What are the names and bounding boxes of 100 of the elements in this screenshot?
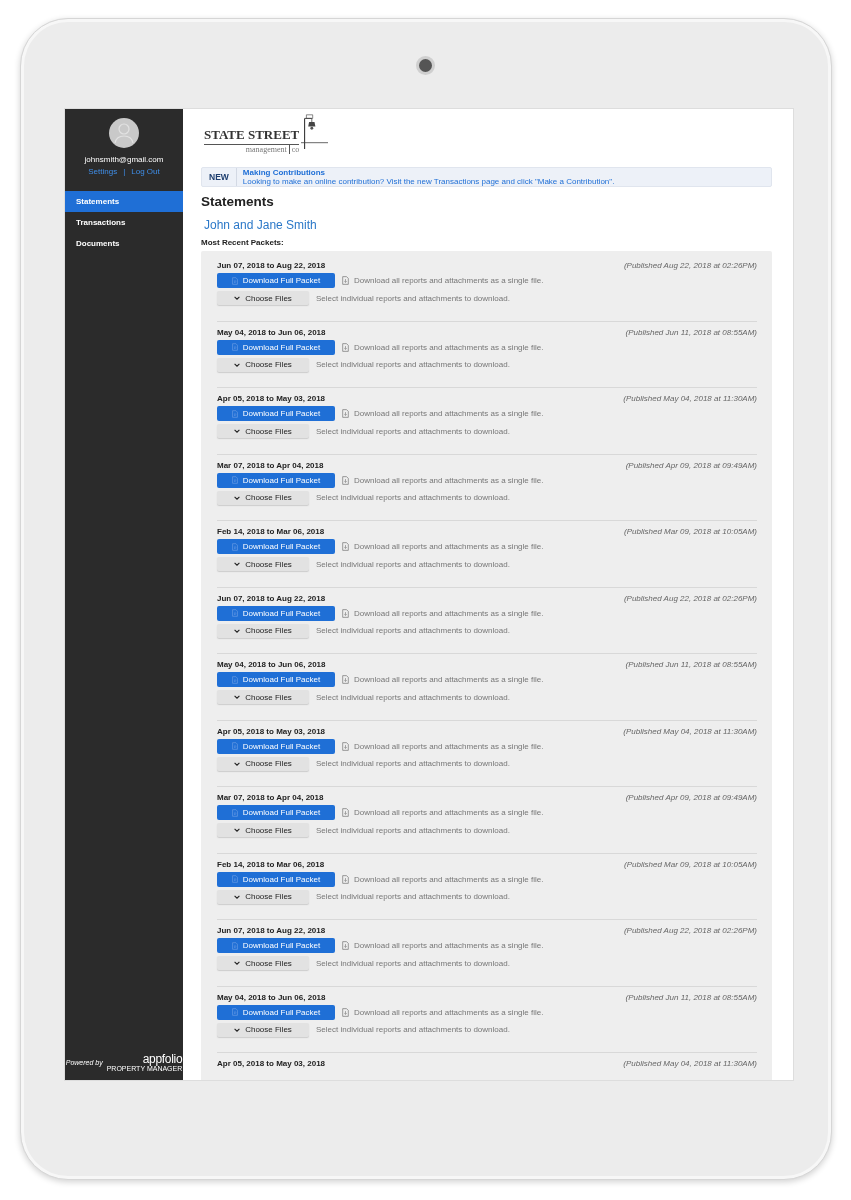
choose-files-button[interactable]: Choose Files xyxy=(217,557,309,571)
lamp-post-icon xyxy=(301,113,329,149)
document-icon xyxy=(231,343,238,351)
document-icon xyxy=(231,941,238,950)
chevron-down-icon xyxy=(234,828,241,832)
packet-period: May 04, 2018 to Jun 06, 2018 xyxy=(217,992,326,1002)
choose-files-hint: Select individual reports and attachments to download. xyxy=(316,759,510,768)
chevron-down-icon xyxy=(234,429,241,433)
nav-item[interactable]: Documents xyxy=(65,233,183,254)
packet-period: Apr 05, 2018 to May 03, 2018 xyxy=(217,394,326,403)
download-hint: Download all reports and attachments as a single file. xyxy=(354,409,544,418)
banner-title: Making Contributions xyxy=(242,168,327,177)
log-out-link[interactable]: Log Out xyxy=(131,167,160,176)
choose-files-hint: Select individual reports and attachments to download. xyxy=(316,692,510,702)
link-separator: | xyxy=(123,167,126,176)
chevron-down-icon xyxy=(234,961,241,965)
published-date: (Published Mar 09, 2018 at 10:05AM) xyxy=(624,527,757,536)
document-icon xyxy=(342,276,349,285)
packet-period: Jun 07, 2018 to Aug 22, 2018 xyxy=(217,261,326,270)
download-full-packet-button[interactable]: Download Full Packet xyxy=(217,805,335,820)
published-date: (Published Apr 09, 2018 at 09:49AM) xyxy=(625,793,757,802)
download-hint: Download all reports and attachments as a single file. xyxy=(354,608,544,618)
download-hint: Download all reports and attachments as a single file. xyxy=(354,342,544,352)
new-badge: NEW xyxy=(202,168,237,186)
logo-title: STATE STREET xyxy=(204,128,300,145)
document-icon xyxy=(342,1007,349,1017)
packet-period: Apr 05, 2018 to May 03, 2018 xyxy=(217,726,326,736)
choose-files-button[interactable]: Choose Files xyxy=(217,490,309,505)
choose-files-hint: Select individual reports and attachments to download. xyxy=(316,493,510,502)
download-full-packet-button[interactable]: Download Full Packet xyxy=(217,738,335,754)
choose-files-button[interactable]: Choose Files xyxy=(217,756,309,771)
chevron-down-icon xyxy=(234,495,241,500)
choose-files-hint: Select individual reports and attachments to download. xyxy=(316,559,510,569)
choose-files-button[interactable]: Choose Files xyxy=(217,623,309,638)
published-date: (Published Aug 22, 2018 at 02:26PM) xyxy=(623,926,757,935)
download-hint: Download all reports and attachments as a single file. xyxy=(354,542,544,551)
nav-item[interactable]: Transactions xyxy=(65,212,183,233)
document-icon xyxy=(231,675,238,684)
chevron-down-icon xyxy=(234,894,241,899)
download-full-packet-button[interactable]: Download Full Packet xyxy=(217,1004,335,1020)
choose-files-button[interactable]: Choose Files xyxy=(217,357,309,372)
document-icon xyxy=(342,808,349,817)
download-hint: Download all reports and attachments as a single file. xyxy=(354,276,544,285)
choose-files-button[interactable]: Choose Files xyxy=(217,690,309,704)
download-full-packet-button[interactable]: Download Full Packet xyxy=(217,273,335,288)
download-hint: Download all reports and attachments as a single file. xyxy=(354,741,544,751)
document-icon xyxy=(231,542,238,551)
choose-files-hint: Select individual reports and attachments to download. xyxy=(316,1025,510,1034)
download-hint: Download all reports and attachments as a single file. xyxy=(354,675,544,684)
download-hint: Download all reports and attachments as a single file. xyxy=(354,1007,544,1017)
document-icon xyxy=(231,476,238,484)
document-icon xyxy=(342,409,349,418)
chevron-down-icon xyxy=(234,1027,241,1032)
choose-files-button[interactable]: Choose Files xyxy=(217,956,309,970)
published-date: (Published Jun 11, 2018 at 08:55AM) xyxy=(625,327,757,337)
packet-period: May 04, 2018 to Jun 06, 2018 xyxy=(217,327,326,337)
packet-period: Feb 14, 2018 to Mar 06, 2018 xyxy=(217,859,325,869)
camera-lens xyxy=(415,56,435,75)
download-full-packet-button[interactable]: Download Full Packet xyxy=(217,938,335,953)
download-hint: Download all reports and attachments as a single file. xyxy=(354,808,544,817)
document-icon xyxy=(342,675,349,684)
download-full-packet-button[interactable]: Download Full Packet xyxy=(217,339,335,355)
chevron-down-icon xyxy=(234,362,241,367)
published-date: (Published May 04, 2018 at 11:30AM) xyxy=(623,726,757,736)
avatar-icon xyxy=(109,118,139,148)
choose-files-hint: Select individual reports and attachments to download. xyxy=(316,426,510,436)
published-date: (Published Aug 22, 2018 at 02:26PM) xyxy=(623,261,757,270)
document-icon xyxy=(342,342,349,352)
download-full-packet-button[interactable]: Download Full Packet xyxy=(217,605,335,621)
download-full-packet-button[interactable]: Download Full Packet xyxy=(217,406,335,421)
packet-period: Mar 07, 2018 to Apr 04, 2018 xyxy=(217,460,324,470)
user-email: johnsmith@gmail.com xyxy=(84,155,164,164)
download-full-packet-button[interactable]: Download Full Packet xyxy=(217,672,335,687)
packet-period: Jun 07, 2018 to Aug 22, 2018 xyxy=(217,926,326,935)
document-icon xyxy=(231,1008,238,1016)
packet-period: Jun 07, 2018 to Aug 22, 2018 xyxy=(217,593,326,603)
choose-files-button[interactable]: Choose Files xyxy=(217,889,309,904)
download-full-packet-button[interactable]: Download Full Packet xyxy=(217,539,335,554)
download-full-packet-button[interactable]: Download Full Packet xyxy=(217,472,335,488)
choose-files-button[interactable]: Choose Files xyxy=(217,1022,309,1037)
download-full-packet-button[interactable]: Download Full Packet xyxy=(217,871,335,887)
document-icon xyxy=(342,941,349,950)
logo-subtitle: management xyxy=(245,145,287,154)
published-date: (Published Apr 09, 2018 at 09:49AM) xyxy=(625,460,757,470)
settings-link[interactable]: Settings xyxy=(88,167,118,176)
logo-suffix: co xyxy=(288,145,300,154)
document-icon xyxy=(342,608,349,618)
document-icon xyxy=(231,875,238,883)
document-icon xyxy=(231,808,238,817)
nav-item[interactable]: Statements xyxy=(65,191,183,212)
packet-period: May 04, 2018 to Jun 06, 2018 xyxy=(217,660,326,669)
published-date: (Published May 04, 2018 at 11:30AM) xyxy=(623,394,757,403)
choose-files-button[interactable]: Choose Files xyxy=(217,291,309,305)
chevron-down-icon xyxy=(234,628,241,633)
packet-period: Apr 05, 2018 to May 03, 2018 xyxy=(217,1059,326,1068)
choose-files-button[interactable]: Choose Files xyxy=(217,823,309,837)
choose-files-button[interactable]: Choose Files xyxy=(217,424,309,438)
document-icon xyxy=(342,542,349,551)
chevron-down-icon xyxy=(234,695,241,699)
document-icon xyxy=(342,475,349,485)
